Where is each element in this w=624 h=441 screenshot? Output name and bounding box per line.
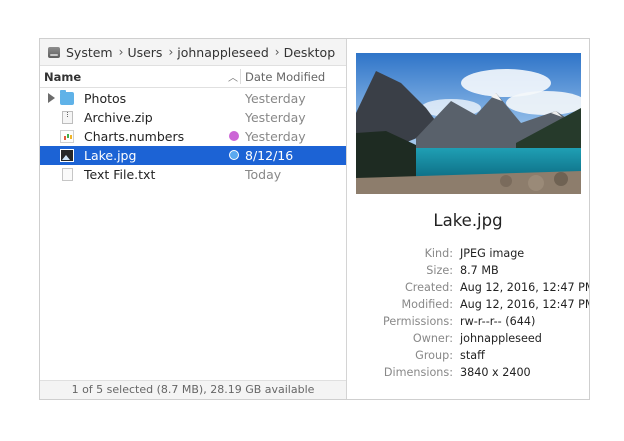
file-name: Charts.numbers xyxy=(84,129,185,144)
column-divider[interactable] xyxy=(240,69,241,84)
status-text: 1 of 5 selected (8.7 MB), 28.19 GB avail… xyxy=(71,383,315,396)
numbers-icon xyxy=(60,130,74,143)
preview-title: Lake.jpg xyxy=(433,211,503,230)
info-value: 3840 x 2400 xyxy=(460,366,531,379)
chevron-right-icon: › xyxy=(274,45,280,59)
info-row-permissions: Permissions: rw-r--r-- (644) xyxy=(347,315,589,332)
path-item-label: Desktop xyxy=(283,44,336,60)
finder-window: System › Users › johnappleseed › Desktop… xyxy=(39,38,590,400)
date-modified-column-header[interactable]: Date Modified xyxy=(245,70,325,84)
info-value: JPEG image xyxy=(460,247,525,260)
path-item-johnappleseed[interactable]: johnappleseed xyxy=(177,45,269,60)
file-date: Today xyxy=(245,167,282,182)
path-item-users[interactable]: Users xyxy=(127,45,162,60)
disk-icon xyxy=(48,46,60,58)
path-item-system[interactable]: System xyxy=(48,45,113,60)
file-list: Photos Yesterday Archive.zip Yesterday C… xyxy=(40,89,346,184)
chevron-right-icon: › xyxy=(168,45,174,59)
tag-dot-purple xyxy=(229,131,239,141)
info-row-dimensions: Dimensions: 3840 x 2400 xyxy=(347,366,589,383)
info-row-size: Size: 8.7 MB xyxy=(347,264,589,281)
info-value: johnappleseed xyxy=(460,332,542,345)
file-row-charts[interactable]: Charts.numbers Yesterday xyxy=(40,127,346,146)
info-label: Size: xyxy=(426,264,453,277)
chevron-up-icon: ︿ xyxy=(228,73,238,84)
file-row-photos[interactable]: Photos Yesterday xyxy=(40,89,346,108)
tag-dot-blue xyxy=(229,150,239,160)
file-name: Photos xyxy=(84,91,127,106)
zip-icon xyxy=(62,111,73,124)
file-name: Archive.zip xyxy=(84,110,153,125)
file-row-lake[interactable]: Lake.jpg 8/12/16 xyxy=(40,146,346,165)
info-label: Dimensions: xyxy=(383,366,453,379)
file-name: Text File.txt xyxy=(84,167,156,182)
document-icon xyxy=(62,168,73,181)
file-row-archive[interactable]: Archive.zip Yesterday xyxy=(40,108,346,127)
disclosure-triangle-icon[interactable] xyxy=(48,93,55,103)
file-date: 8/12/16 xyxy=(245,148,294,163)
file-date: Yesterday xyxy=(245,129,306,144)
lake-photo xyxy=(356,53,581,194)
column-header: Name ︿ Date Modified xyxy=(40,66,346,88)
info-label: Modified: xyxy=(401,298,453,311)
file-name: Lake.jpg xyxy=(84,148,137,163)
file-date: Yesterday xyxy=(245,91,306,106)
info-value: staff xyxy=(460,349,485,362)
status-bar: 1 of 5 selected (8.7 MB), 28.19 GB avail… xyxy=(40,380,346,399)
info-value: Aug 12, 2016, 12:47 PM xyxy=(460,281,590,294)
chevron-right-icon: › xyxy=(118,45,124,59)
path-item-label: System xyxy=(66,44,113,60)
info-label: Owner: xyxy=(412,332,453,345)
preview-image xyxy=(356,53,581,194)
info-row-group: Group: staff xyxy=(347,349,589,366)
path-item-label: Users xyxy=(127,44,163,60)
path-bar: System › Users › johnappleseed › Desktop xyxy=(40,39,346,66)
info-value: rw-r--r-- (644) xyxy=(460,315,536,328)
image-icon xyxy=(60,149,74,162)
info-row-owner: Owner: johnappleseed xyxy=(347,332,589,349)
file-row-textfile[interactable]: Text File.txt Today xyxy=(40,165,346,184)
info-label: Permissions: xyxy=(383,315,453,328)
file-list-pane: System › Users › johnappleseed › Desktop… xyxy=(40,39,347,399)
folder-icon xyxy=(60,90,74,105)
file-info: Kind: JPEG image Size: 8.7 MB Created: A… xyxy=(347,247,589,383)
path-item-label: johnappleseed xyxy=(177,44,269,60)
info-row-kind: Kind: JPEG image xyxy=(347,247,589,264)
info-label: Kind: xyxy=(424,247,453,260)
info-value: Aug 12, 2016, 12:47 PM xyxy=(460,298,590,311)
name-column-header[interactable]: Name xyxy=(44,70,81,84)
info-row-created: Created: Aug 12, 2016, 12:47 PM xyxy=(347,281,589,298)
path-item-desktop[interactable]: Desktop xyxy=(284,45,336,60)
info-label: Created: xyxy=(404,281,453,294)
info-value: 8.7 MB xyxy=(460,264,499,277)
preview-pane: Lake.jpg Kind: JPEG image Size: 8.7 MB C… xyxy=(347,39,589,399)
info-label: Group: xyxy=(415,349,453,362)
info-row-modified: Modified: Aug 12, 2016, 12:47 PM xyxy=(347,298,589,315)
file-date: Yesterday xyxy=(245,110,306,125)
